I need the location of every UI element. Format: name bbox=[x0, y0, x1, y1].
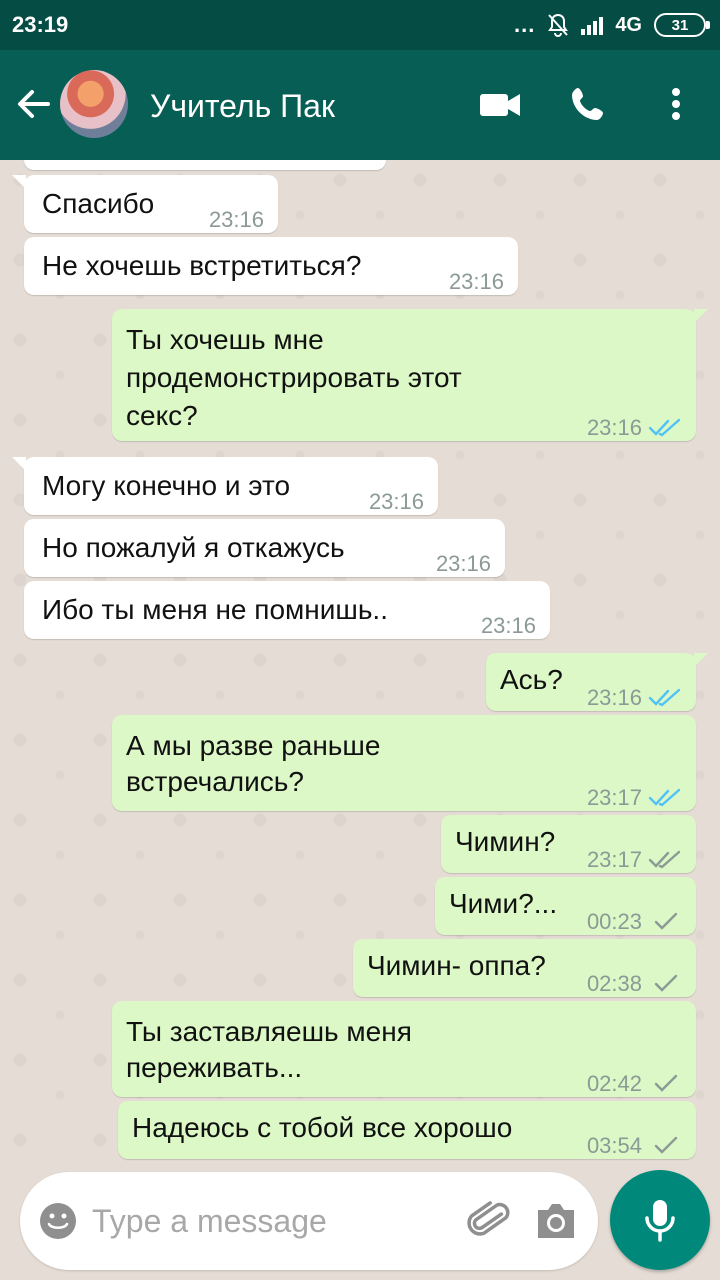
message-bubble[interactable]: Надеюсь с тобой все хорошо 03:54 bbox=[118, 1101, 696, 1159]
message-bubble[interactable]: А мы разве раньше встречались? 23:17 bbox=[112, 715, 696, 811]
message-meta: 23:17 bbox=[587, 841, 682, 879]
message-bubble[interactable]: Могу конечно и это 23:16 bbox=[12, 457, 438, 515]
message-bubble[interactable]: Но пожалуй я откажусь 23:16 bbox=[24, 519, 505, 577]
message-bubble[interactable]: Спасибо 23:16 bbox=[12, 175, 278, 233]
message-text: Ты заставляешь меня bbox=[126, 1016, 412, 1047]
message-text: Чими?... bbox=[449, 888, 558, 919]
battery-icon: 31 bbox=[654, 13, 710, 37]
single-check-icon bbox=[654, 1074, 678, 1092]
message-bubble[interactable]: Ибо ты меня не помнишь.. 23:16 bbox=[24, 581, 550, 639]
message-meta: 03:54 bbox=[587, 1127, 682, 1165]
single-check-icon bbox=[654, 974, 678, 992]
message-time: 23:17 bbox=[586, 785, 642, 810]
status-icons: ... 4G 31 bbox=[513, 10, 710, 40]
message-text: Ты хочешь мне bbox=[126, 324, 324, 355]
message-bubble[interactable]: Ты заставляешь меня переживать... 02:42 bbox=[112, 1001, 696, 1097]
message-text: Ибо ты меня не помнишь.. bbox=[42, 594, 388, 625]
clipped-message[interactable] bbox=[24, 160, 386, 170]
double-check-read-icon bbox=[648, 418, 681, 437]
message-meta: 23:16 bbox=[587, 679, 682, 717]
message-text: Могу конечно и это bbox=[42, 470, 291, 501]
message-meta: 02:42 bbox=[587, 1065, 682, 1103]
status-bar: 23:19 ... 4G 31 bbox=[0, 0, 720, 50]
message-meta: 23:16 bbox=[587, 409, 682, 447]
message-bubble[interactable]: Чимин- оппа? 02:38 bbox=[353, 939, 696, 997]
message-time: 23:16 bbox=[586, 685, 642, 710]
message-text: встречались? bbox=[126, 766, 304, 797]
microphone-icon bbox=[645, 1200, 675, 1242]
battery-level: 31 bbox=[671, 16, 689, 34]
signal-icon bbox=[581, 15, 604, 35]
message-time: 23:16 bbox=[448, 269, 504, 294]
emoji-icon[interactable] bbox=[38, 1201, 78, 1241]
message-text: А мы разве раньше bbox=[126, 730, 381, 761]
phone-icon[interactable] bbox=[568, 84, 608, 124]
notification-dots: ... bbox=[513, 12, 536, 37]
message-meta: 23:16 bbox=[481, 607, 536, 645]
message-text: Чимин? bbox=[455, 826, 556, 857]
message-time: 23:16 bbox=[208, 207, 264, 232]
message-bubble[interactable]: Чими?... 00:23 bbox=[435, 877, 696, 935]
paperclip-icon[interactable] bbox=[466, 1198, 512, 1244]
network-type: 4G bbox=[615, 13, 642, 36]
message-meta: 23:16 bbox=[369, 483, 424, 521]
double-check-read-icon bbox=[648, 788, 681, 807]
message-composer bbox=[20, 1172, 598, 1270]
message-bubble[interactable]: Чимин? 23:17 bbox=[441, 815, 696, 873]
more-options-icon[interactable] bbox=[660, 84, 692, 124]
message-input[interactable] bbox=[92, 1198, 442, 1244]
contact-avatar[interactable] bbox=[60, 70, 128, 138]
message-time: 03:54 bbox=[586, 1133, 642, 1158]
message-bubble[interactable]: Не хочешь встретиться? 23:16 bbox=[24, 237, 518, 295]
silent-bell-icon bbox=[548, 13, 569, 37]
message-bubble[interactable]: Ась? 23:16 bbox=[486, 653, 708, 711]
message-meta: 00:23 bbox=[587, 903, 682, 941]
message-time: 23:16 bbox=[480, 613, 536, 638]
message-time: 23:16 bbox=[435, 551, 491, 576]
message-bubble[interactable]: Ты хочешь мне продемонстрировать этот се… bbox=[112, 309, 708, 441]
double-check-read-icon bbox=[648, 688, 681, 707]
message-text: Ась? bbox=[500, 664, 563, 695]
message-text: Надеюсь с тобой все хорошо bbox=[132, 1112, 513, 1143]
status-time: 23:19 bbox=[12, 12, 69, 37]
message-meta: 23:17 bbox=[587, 779, 682, 817]
message-meta: 02:38 bbox=[587, 965, 682, 1003]
chat-area[interactable]: Спасибо 23:16 Не хочешь встретиться? 23:… bbox=[0, 160, 720, 1170]
message-text: продемонстрировать этот bbox=[126, 362, 462, 393]
microphone-button[interactable] bbox=[610, 1170, 710, 1270]
message-text: Не хочешь встретиться? bbox=[42, 250, 362, 281]
video-call-icon[interactable] bbox=[478, 88, 522, 122]
message-time: 23:16 bbox=[368, 489, 424, 514]
message-meta: 23:16 bbox=[209, 201, 264, 239]
message-text: Чимин- оппа? bbox=[367, 950, 546, 981]
message-time: 00:23 bbox=[586, 909, 642, 934]
message-meta: 23:16 bbox=[449, 263, 504, 301]
double-check-delivered-icon bbox=[648, 850, 681, 869]
message-time: 23:16 bbox=[586, 415, 642, 440]
single-check-icon bbox=[654, 912, 678, 930]
camera-icon[interactable] bbox=[534, 1202, 578, 1240]
single-check-icon bbox=[654, 1136, 678, 1154]
message-text: секс? bbox=[126, 400, 198, 431]
message-text: Но пожалуй я откажусь bbox=[42, 532, 345, 563]
message-text: Спасибо bbox=[42, 188, 155, 219]
message-text: переживать... bbox=[126, 1052, 303, 1083]
message-time: 02:38 bbox=[586, 971, 642, 996]
message-time: 02:42 bbox=[586, 1071, 642, 1096]
chat-header: Учитель Пак bbox=[0, 50, 720, 160]
back-arrow-icon[interactable] bbox=[14, 84, 54, 124]
message-time: 23:17 bbox=[586, 847, 642, 872]
contact-name[interactable]: Учитель Пак bbox=[150, 88, 335, 125]
message-meta: 23:16 bbox=[436, 545, 491, 583]
